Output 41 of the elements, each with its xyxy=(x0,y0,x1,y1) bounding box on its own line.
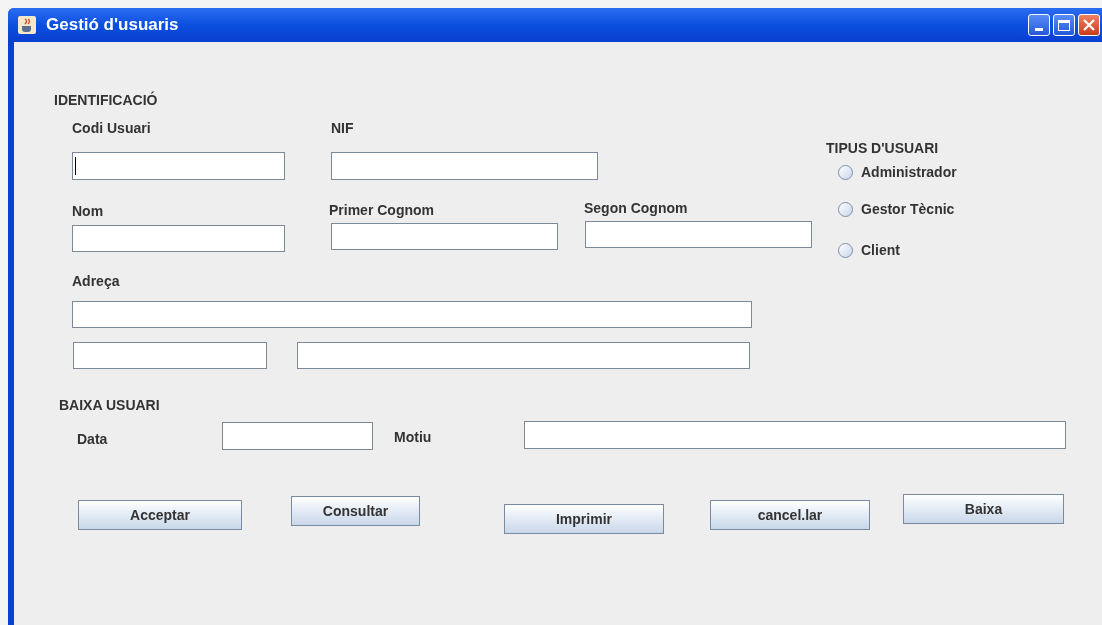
field-label: NIF xyxy=(331,118,354,138)
radio-option[interactable]: Administrador xyxy=(838,162,957,182)
action-button[interactable]: cancel.lar xyxy=(710,500,870,530)
text-field[interactable] xyxy=(524,421,1066,449)
field-label: Primer Cognom xyxy=(329,201,435,220)
radio-button[interactable] xyxy=(838,201,853,217)
text-field[interactable] xyxy=(297,342,750,369)
field-label: Data xyxy=(77,430,109,449)
field-label: Segon Cognom xyxy=(584,199,688,218)
radio-button[interactable] xyxy=(838,164,853,180)
close-icon xyxy=(1083,19,1095,31)
section-title: BAIXA USUARI xyxy=(59,395,160,415)
minimize-icon xyxy=(1035,28,1043,31)
field-label: Nom xyxy=(72,202,105,221)
field-label: Adreça xyxy=(72,271,120,291)
text-field[interactable] xyxy=(72,301,752,328)
radio-option[interactable]: Client xyxy=(838,240,957,260)
group-title: TIPUS D'USUARI xyxy=(826,138,939,158)
text-field[interactable] xyxy=(73,342,267,369)
field-label: Codi Usuari xyxy=(72,118,152,138)
coffee-cup-icon xyxy=(18,16,36,34)
field-label: Motiu xyxy=(394,428,433,447)
action-button[interactable]: Imprimir xyxy=(504,504,664,534)
text-field[interactable] xyxy=(331,152,598,180)
radio-button[interactable] xyxy=(838,242,853,258)
action-button[interactable]: Acceptar xyxy=(78,500,242,530)
section-title: IDENTIFICACIÓ xyxy=(54,90,158,110)
text-field[interactable] xyxy=(222,422,373,450)
text-cursor xyxy=(75,157,76,175)
text-field[interactable] xyxy=(585,221,812,248)
maximize-button[interactable] xyxy=(1053,14,1075,36)
text-field[interactable] xyxy=(72,152,285,180)
text-field[interactable] xyxy=(331,223,558,250)
text-field[interactable] xyxy=(72,225,285,252)
maximize-icon xyxy=(1058,19,1070,31)
radio-option[interactable]: Gestor Tècnic xyxy=(838,199,957,219)
close-button[interactable] xyxy=(1078,14,1100,36)
action-button[interactable]: Consultar xyxy=(291,496,420,526)
window-title: Gestió d'usuaris xyxy=(46,14,179,37)
minimize-button[interactable] xyxy=(1028,14,1050,36)
action-button[interactable]: Baixa xyxy=(903,494,1064,524)
